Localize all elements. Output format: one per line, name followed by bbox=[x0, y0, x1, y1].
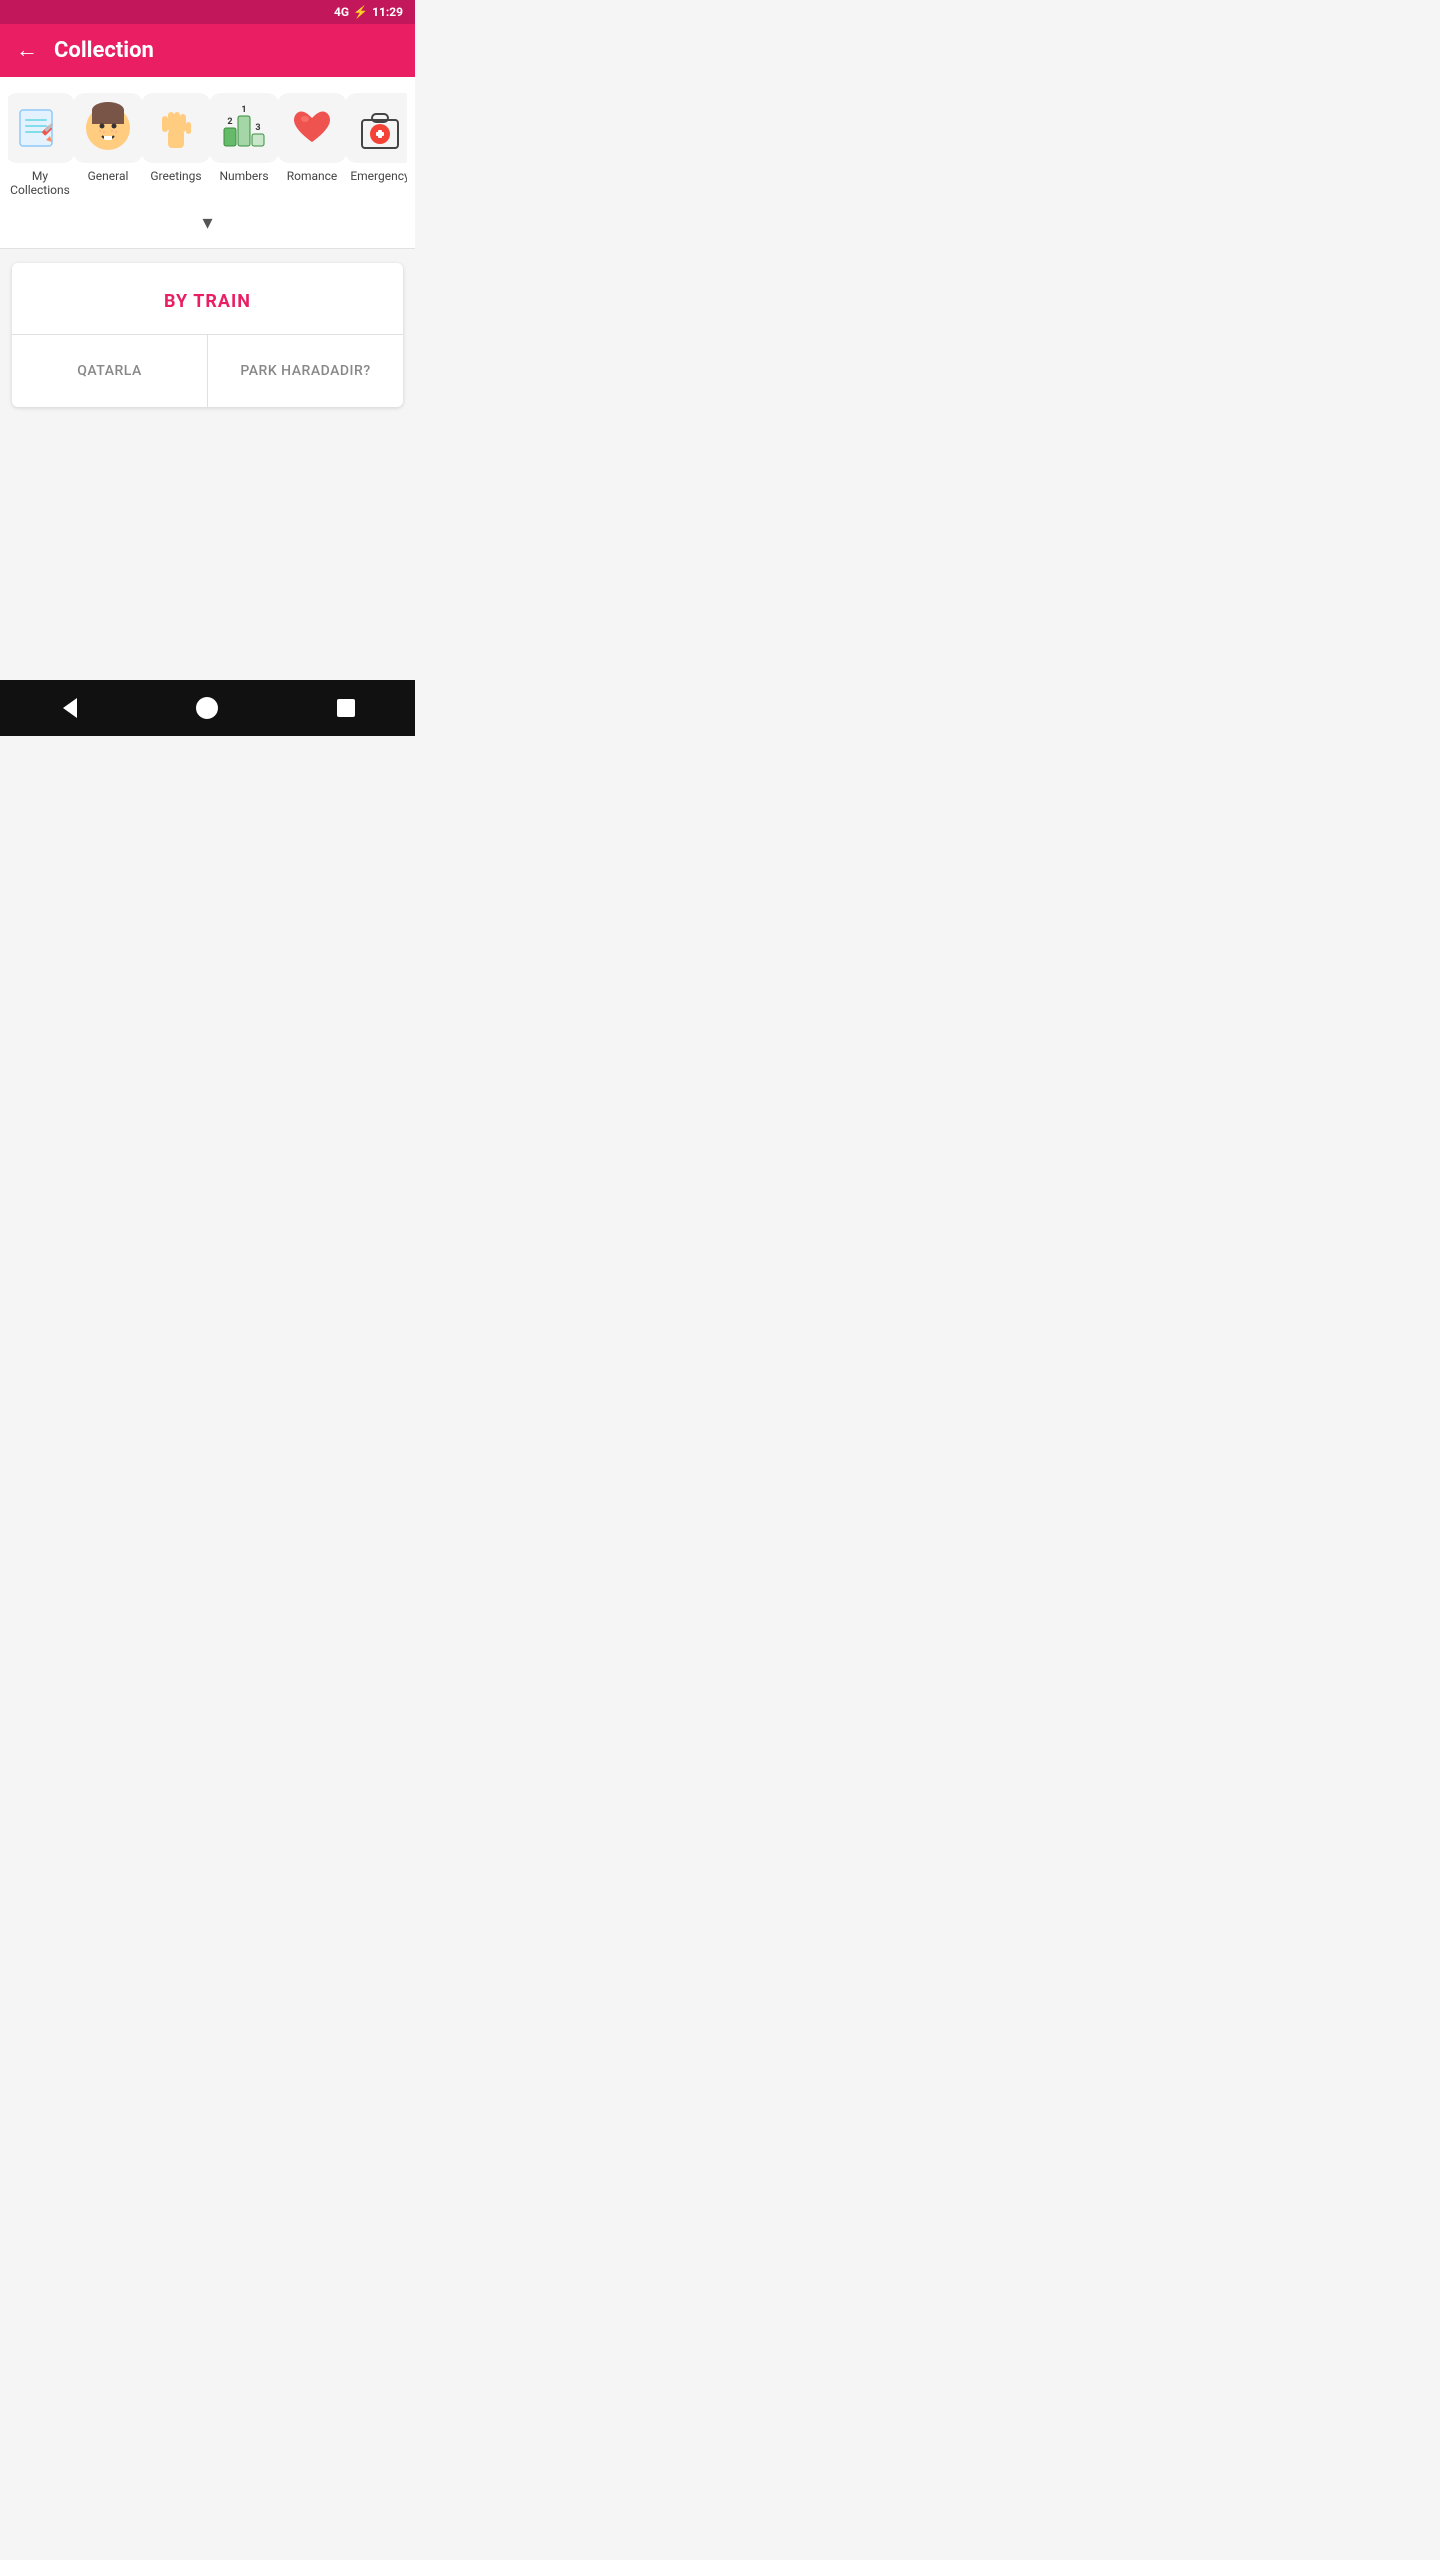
category-item-general[interactable]: General bbox=[76, 93, 140, 198]
app-header: ← Collection bbox=[0, 24, 415, 77]
nav-back-button[interactable] bbox=[55, 694, 83, 722]
svg-text:1: 1 bbox=[241, 105, 246, 115]
card-options: QATARLA PARK HARADADIR? bbox=[12, 335, 403, 407]
emergency-svg-icon bbox=[354, 102, 406, 154]
category-label-emergency: Emergency bbox=[350, 169, 407, 183]
status-bar: 4G ⚡ 11:29 bbox=[0, 0, 415, 24]
expand-categories-button[interactable]: ▾ bbox=[202, 210, 212, 234]
greetings-svg-icon bbox=[150, 102, 202, 154]
divider bbox=[0, 248, 415, 249]
battery-icon: ⚡ bbox=[353, 5, 368, 19]
category-list: My Collections bbox=[8, 93, 407, 206]
status-icons: 4G ⚡ 11:29 bbox=[334, 5, 403, 19]
nav-home-button[interactable] bbox=[193, 694, 221, 722]
option-park-haradadir[interactable]: PARK HARADADIR? bbox=[208, 335, 403, 407]
nav-recent-icon bbox=[332, 694, 360, 722]
my-collections-svg-icon bbox=[14, 102, 66, 154]
clock: 11:29 bbox=[372, 5, 403, 19]
category-icon-general bbox=[73, 93, 143, 163]
nav-recent-button[interactable] bbox=[332, 694, 360, 722]
category-label-romance: Romance bbox=[287, 169, 338, 183]
category-label-my-collections: My Collections bbox=[8, 169, 72, 198]
network-indicator: 4G bbox=[334, 5, 349, 19]
category-label-numbers: Numbers bbox=[219, 169, 268, 183]
category-icon-greetings bbox=[141, 93, 211, 163]
category-label-greetings: Greetings bbox=[150, 169, 201, 183]
category-section: My Collections bbox=[0, 77, 415, 248]
card-header: BY TRAIN bbox=[12, 263, 403, 335]
category-icon-emergency bbox=[345, 93, 407, 163]
category-item-romance[interactable]: Romance bbox=[280, 93, 344, 198]
category-item-greetings[interactable]: Greetings bbox=[144, 93, 208, 198]
category-icon-my-collections bbox=[8, 93, 75, 163]
category-icon-numbers: 2 1 3 bbox=[209, 93, 279, 163]
category-icon-romance bbox=[277, 93, 347, 163]
card-title: BY TRAIN bbox=[164, 291, 251, 312]
option-qatarla[interactable]: QATARLA bbox=[12, 335, 208, 407]
bottom-navigation bbox=[0, 680, 415, 736]
category-item-emergency[interactable]: Emergency bbox=[348, 93, 407, 198]
general-svg-icon bbox=[82, 102, 134, 154]
category-item-my-collections[interactable]: My Collections bbox=[8, 93, 72, 198]
page-title: Collection bbox=[54, 38, 154, 63]
romance-svg-icon bbox=[286, 102, 338, 154]
numbers-svg-icon: 2 1 3 bbox=[218, 102, 270, 154]
nav-back-icon bbox=[55, 694, 83, 722]
main-card: BY TRAIN QATARLA PARK HARADADIR? bbox=[12, 263, 403, 407]
nav-home-icon bbox=[193, 694, 221, 722]
svg-text:3: 3 bbox=[255, 123, 260, 133]
category-label-general: General bbox=[88, 169, 129, 183]
svg-text:2: 2 bbox=[227, 117, 232, 127]
back-button[interactable]: ← bbox=[16, 40, 38, 62]
category-item-numbers[interactable]: 2 1 3 Numbers bbox=[212, 93, 276, 198]
